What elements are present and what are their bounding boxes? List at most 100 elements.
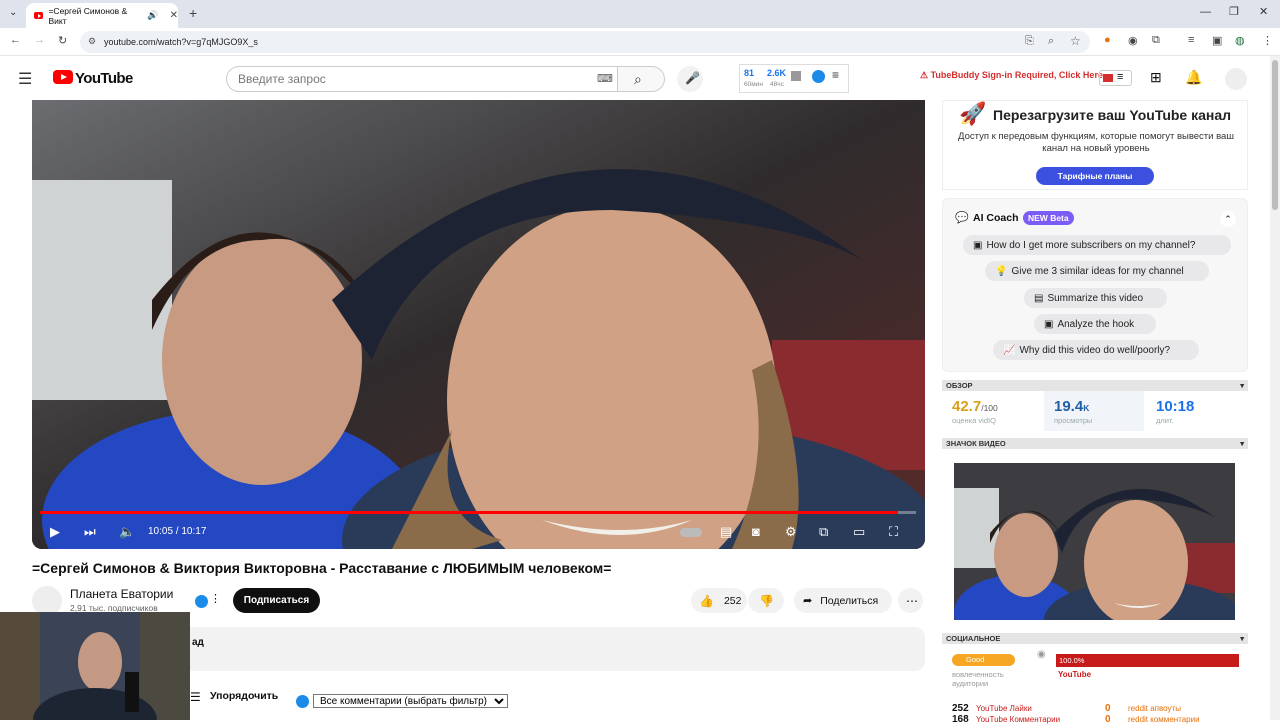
social-header-text: СОЦИАЛЬНОЕ xyxy=(946,634,1001,643)
search-input[interactable]: Введите запрос ⌨ xyxy=(226,66,618,92)
window-close-icon[interactable]: ✕ xyxy=(1259,5,1268,18)
miniplayer-icon[interactable]: ⧉ xyxy=(819,524,828,540)
social-section-header[interactable]: СОЦИАЛЬНОЕ ▾ xyxy=(942,633,1248,644)
score-label: оценка vidIQ xyxy=(952,416,996,425)
youtube-share-label: YouTube xyxy=(1058,670,1092,679)
ai-question-button[interactable]: ▣ How do I get more subscribers on my ch… xyxy=(963,235,1231,255)
video-player[interactable]: ▶ ⏭ 🔈 10:05 / 10:17 ▤ ◙ ⚙ ⧉ ▭ ⛶ xyxy=(32,100,925,549)
tab-audio-icon[interactable]: 🔊 xyxy=(147,10,158,21)
chart-icon[interactable] xyxy=(791,71,801,81)
score-value: 42.7 xyxy=(952,398,982,415)
voice-search-button[interactable]: 🎤 xyxy=(677,66,703,92)
overview-header-text: ОБЗОР xyxy=(946,381,973,390)
progress-bar[interactable] xyxy=(40,511,916,514)
reload-icon[interactable]: ↻ xyxy=(58,34,67,47)
progress-played xyxy=(40,511,898,514)
play-icon[interactable]: ▶ xyxy=(50,524,60,540)
overview-section-header[interactable]: ОБЗОР ▾ xyxy=(942,380,1248,391)
comment-filter-select[interactable]: Все комментарии (выбрать фильтр) xyxy=(313,694,508,708)
theater-mode-icon[interactable]: ▭ xyxy=(853,524,865,540)
autoplay-toggle[interactable] xyxy=(680,528,702,537)
browser-menu-icon[interactable]: ⋮ xyxy=(1262,34,1273,47)
subscribe-button[interactable]: Подписаться xyxy=(233,588,320,613)
channel-name[interactable]: Планета Еватории xyxy=(70,587,173,601)
score-suffix: /100 xyxy=(981,403,998,413)
dropdown-caret-icon: ▾ xyxy=(1240,439,1244,448)
dropdown-caret-icon: ▾ xyxy=(1240,634,1244,643)
install-icon[interactable]: ⎘ xyxy=(1025,35,1034,48)
social-stats: Good ◉ вовлеченность аудитории 100.0% Yo… xyxy=(942,645,1248,725)
tab-list-icon[interactable]: ⌄ xyxy=(9,7,17,18)
views-cell: 19.4K просмотры xyxy=(1044,391,1144,431)
video-thumbnail[interactable] xyxy=(954,463,1235,620)
time-total: 10:17 xyxy=(181,526,207,537)
ai-question-button[interactable]: 📈 Why did this video do well/poorly? xyxy=(993,340,1199,360)
back-icon[interactable]: ← xyxy=(10,34,21,46)
share-icon: ➦ xyxy=(803,595,813,607)
youtube-favicon-icon xyxy=(34,12,44,19)
extension-icon[interactable]: ◉ xyxy=(1128,34,1138,47)
sort-icon[interactable]: ☰ xyxy=(190,690,201,704)
extensions-puzzle-icon[interactable]: ⧉ xyxy=(1152,34,1160,47)
notifications-bell-icon[interactable]: 🔔 xyxy=(1185,69,1202,86)
more-actions-button[interactable]: ⋯ xyxy=(898,588,923,613)
screenshot-camera-icon[interactable]: ◙ xyxy=(752,524,760,539)
tab-close-icon[interactable]: ✕ xyxy=(170,10,178,21)
address-bar[interactable]: ⚙ youtube.com/watch?v=g7qMJGO9X_s ⎘ ⌕ ☆ xyxy=(80,31,1090,53)
ai-coach-panel: 💬 AI Coach NEW Beta ⌃ ▣ How do I get mor… xyxy=(942,198,1248,372)
minimize-icon[interactable]: — xyxy=(1200,6,1211,18)
keyboard-icon[interactable]: ⌨ xyxy=(597,72,613,85)
page-scrollbar[interactable] xyxy=(1270,56,1280,720)
tubebuddy-menu-button[interactable]: ≡ xyxy=(1099,70,1132,86)
settings-gear-icon[interactable]: ⚙ xyxy=(785,524,797,540)
media-controls-icon[interactable]: ≡ xyxy=(1188,34,1194,46)
hamburger-menu-icon[interactable]: ☰ xyxy=(18,69,32,89)
search-button[interactable]: ⌕ xyxy=(618,66,665,92)
extension-fire-icon[interactable]: ● xyxy=(1104,34,1111,46)
zoom-icon[interactable]: ⌕ xyxy=(1048,35,1054,48)
create-video-icon[interactable]: ⊞ xyxy=(1150,69,1162,86)
account-avatar[interactable] xyxy=(1225,68,1247,90)
yt-likes-number: 252 xyxy=(952,703,969,714)
webcam-overlay xyxy=(0,612,190,720)
browser-tab[interactable]: =Сергей Симонов & Викт 🔊 ✕ xyxy=(26,3,178,28)
ai-question-button[interactable]: ▣ Analyze the hook xyxy=(1034,314,1156,334)
views-48h-value: 2.6K xyxy=(767,68,787,78)
scrollbar-thumb[interactable] xyxy=(1272,60,1278,210)
dislike-button[interactable]: 👎 xyxy=(748,588,784,613)
like-button[interactable]: 👍 252 xyxy=(691,588,747,613)
subtitles-icon[interactable]: ▤ xyxy=(720,524,732,540)
vidiq-logo-icon[interactable] xyxy=(812,70,825,83)
vidiq-channel-icon[interactable] xyxy=(195,595,208,608)
volume-icon[interactable]: 🔈 xyxy=(119,524,135,540)
ai-question-label: Analyze the hook xyxy=(1057,318,1135,330)
profile-avatar-icon[interactable]: ◍ xyxy=(1235,34,1245,47)
youtube-logo-text[interactable]: YouTube xyxy=(75,70,133,87)
maximize-icon[interactable]: ❐ xyxy=(1229,5,1239,18)
tubebuddy-promo-card: 🚀 Перезагрузите ваш YouTube канал Доступ… xyxy=(942,100,1248,190)
sort-comments-button[interactable]: Упорядочить xyxy=(210,690,278,702)
collapse-chevron-icon[interactable]: ⌃ xyxy=(1220,211,1236,227)
ai-question-button[interactable]: 💡 Give me 3 similar ideas for my channel xyxy=(985,261,1209,281)
pricing-plans-button[interactable]: Тарифные планы xyxy=(1036,167,1154,185)
overview-stats: 42.7/100 оценка vidIQ 19.4K просмотры 10… xyxy=(942,391,1248,431)
channel-more-icon[interactable]: ⋮ xyxy=(210,592,221,605)
site-info-icon[interactable]: ⚙ xyxy=(88,36,96,47)
next-icon[interactable]: ⏭ xyxy=(84,524,96,540)
thumbnail-section-header[interactable]: ЗНАЧОК ВИДЕО ▾ xyxy=(942,438,1248,449)
length-cell: 10:18 длит. xyxy=(1146,391,1246,431)
engagement-label: вовлеченность аудитории xyxy=(952,670,1004,688)
fullscreen-icon[interactable]: ⛶ xyxy=(889,524,898,540)
side-panel-icon[interactable]: ▣ xyxy=(1212,34,1222,47)
bookmark-star-icon[interactable]: ☆ xyxy=(1070,34,1081,48)
vidiq-menu-icon[interactable]: ≡ xyxy=(832,68,839,82)
tubebuddy-warning-link[interactable]: ⚠ TubeBuddy Sign-in Required, Click Here xyxy=(920,70,1103,81)
eye-icon: ◉ xyxy=(1037,649,1046,660)
new-tab-icon[interactable]: + xyxy=(189,5,197,21)
ai-question-button[interactable]: ▤ Summarize this video xyxy=(1024,288,1167,308)
share-button[interactable]: ➦ Поделиться xyxy=(794,588,892,613)
url-text: youtube.com/watch?v=g7qMJGO9X_s xyxy=(104,37,258,47)
vidiq-stats-widget[interactable]: 81 60мин 2.6K 48чс ≡ xyxy=(739,64,849,93)
youtube-logo-icon[interactable] xyxy=(53,70,73,84)
forward-icon[interactable]: → xyxy=(34,34,45,46)
